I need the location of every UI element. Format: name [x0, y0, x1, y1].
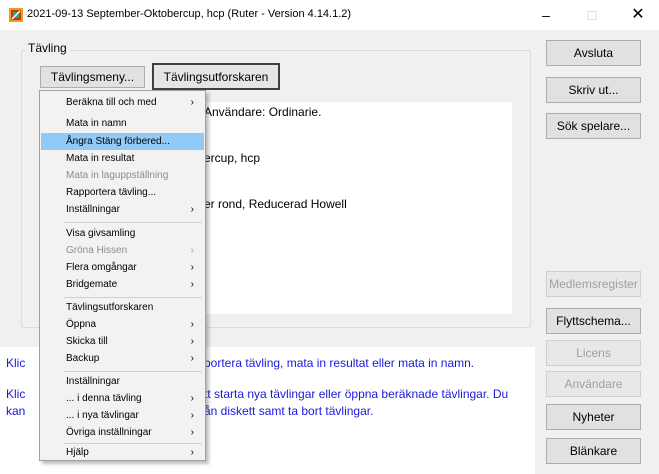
menu-item-help[interactable]: Hjälp › — [41, 444, 204, 461]
competition-context-menu: Beräkna till och med › Mata in namn Ångra… — [39, 90, 206, 461]
menu-item-bridgemate[interactable]: Bridgemate › — [41, 276, 204, 293]
competition-explorer-button[interactable]: Tävlingsutforskaren — [152, 63, 280, 90]
menu-item-label: ... i nya tävlingar — [66, 410, 139, 421]
menu-item-send-to[interactable]: Skicka till › — [41, 333, 204, 350]
info-movement: er rond, Reducerad Howell — [204, 197, 347, 211]
menu-item-show-deals[interactable]: Visa givsamling — [41, 225, 204, 242]
menu-item-other-settings[interactable]: Övriga inställningar › — [41, 424, 204, 441]
menu-item-settings-header[interactable]: Inställningar — [41, 373, 204, 390]
menu-item-label: Övriga inställningar — [66, 427, 152, 438]
info-user: Användare: Ordinarie. — [204, 105, 322, 119]
app-logo-icon — [9, 8, 23, 22]
menu-item-in-this-competition[interactable]: ... i denna tävling › — [41, 390, 204, 407]
print-button[interactable]: Skriv ut... — [546, 77, 641, 103]
menu-item-undo-close[interactable]: Ångra Stäng förbered... — [41, 133, 204, 150]
member-register-button[interactable]: Medlemsregister — [546, 271, 641, 297]
menu-item-label: Skicka till — [66, 336, 108, 347]
menu-item-label: Bridgemate — [66, 279, 118, 290]
info-competition-name: ercup, hcp — [204, 151, 261, 165]
menu-separator — [64, 222, 202, 223]
help-text: portera tävling, mata in resultat eller … — [204, 356, 475, 370]
submenu-arrow-icon: › — [190, 336, 194, 347]
menu-item-enter-results[interactable]: Mata in resultat — [41, 150, 204, 167]
menu-item-label: Inställningar — [66, 204, 120, 215]
menu-item-label: Gröna Hissen — [66, 245, 128, 256]
window-title: 2021-09-13 September-Oktobercup, hcp (Ru… — [27, 8, 352, 20]
menu-item-label: Inställningar — [66, 376, 120, 387]
submenu-arrow-icon: › — [190, 319, 194, 330]
submenu-arrow-icon: › — [190, 97, 194, 108]
search-player-button[interactable]: Sök spelare... — [546, 113, 641, 139]
submenu-arrow-icon: › — [190, 427, 194, 438]
menu-item-label: Backup — [66, 353, 100, 364]
submenu-arrow-icon: › — [190, 353, 194, 364]
menu-item-label: Beräkna till och med — [66, 97, 157, 108]
menu-item-settings[interactable]: Inställningar › — [41, 201, 204, 218]
menu-item-label: Mata in namn — [66, 118, 127, 129]
groupbox-label: Tävling — [26, 41, 69, 55]
title-bar: 2021-09-13 September-Oktobercup, hcp (Ru… — [0, 0, 659, 30]
submenu-arrow-icon: › — [190, 447, 194, 458]
menu-item-backup[interactable]: Backup › — [41, 350, 204, 367]
menu-item-in-new-competitions[interactable]: ... i nya tävlingar › — [41, 407, 204, 424]
bulletin-button[interactable]: Blänkare — [546, 438, 641, 464]
competition-menu-button[interactable]: Tävlingsmeny... — [40, 66, 145, 88]
close-button[interactable]: ✕ — [615, 0, 659, 30]
menu-item-label: Ångra Stäng förbered... — [66, 136, 170, 147]
menu-item-report-competition[interactable]: Rapportera tävling... — [41, 184, 204, 201]
menu-item-label: Mata in resultat — [66, 153, 135, 164]
submenu-arrow-icon: › — [190, 393, 194, 404]
menu-item-label: ... i denna tävling — [66, 393, 142, 404]
minimize-button[interactable]: – — [523, 0, 569, 30]
submenu-arrow-icon: › — [190, 410, 194, 421]
menu-item-multiple-rounds[interactable]: Flera omgångar › — [41, 259, 204, 276]
maximize-button[interactable]: □ — [569, 0, 615, 30]
submenu-arrow-icon: › — [190, 279, 194, 290]
menu-item-label: Tävlingsutforskaren — [66, 302, 154, 313]
license-button[interactable]: Licens — [546, 340, 641, 366]
menu-item-enter-lineup[interactable]: Mata in laguppställning — [41, 167, 204, 184]
submenu-arrow-icon: › — [190, 245, 194, 256]
submenu-arrow-icon: › — [190, 204, 194, 215]
menu-item-green-elevator[interactable]: Gröna Hissen › — [41, 242, 204, 259]
menu-item-calculate-through[interactable]: Beräkna till och med › — [41, 94, 204, 111]
menu-item-enter-names[interactable]: Mata in namn — [41, 115, 204, 132]
help-text: tt starta nya tävlingar eller öppna berä… — [204, 387, 509, 401]
menu-item-label: Rapportera tävling... — [66, 187, 157, 198]
submenu-arrow-icon: › — [190, 262, 194, 273]
menu-separator — [64, 297, 202, 298]
menu-item-label: Flera omgångar — [66, 262, 137, 273]
movement-schedule-button[interactable]: Flyttschema... — [546, 308, 641, 334]
menu-item-explorer[interactable]: Tävlingsutforskaren — [41, 299, 204, 316]
help-text: kan — [6, 404, 26, 418]
exit-button[interactable]: Avsluta — [546, 40, 641, 66]
menu-item-label: Mata in laguppställning — [66, 170, 169, 181]
help-text: Klic — [6, 387, 26, 401]
help-text: Klic — [6, 356, 26, 370]
menu-separator — [64, 371, 202, 372]
users-button[interactable]: Användare — [546, 371, 641, 397]
menu-item-label: Visa givsamling — [66, 228, 136, 239]
menu-item-label: Öppna — [66, 319, 97, 330]
menu-item-label: Hjälp — [66, 447, 89, 458]
news-button[interactable]: Nyheter — [546, 404, 641, 430]
help-text: ån diskett samt ta bort tävlingar. — [204, 404, 374, 418]
menu-item-open[interactable]: Öppna › — [41, 316, 204, 333]
